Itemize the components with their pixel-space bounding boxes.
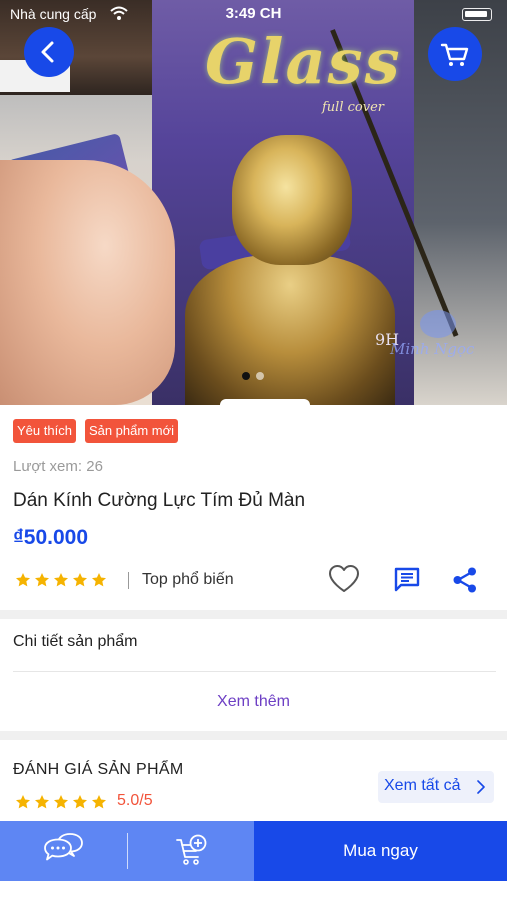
chat-icon bbox=[44, 833, 83, 861]
see-more-link[interactable]: Xem thêm bbox=[0, 693, 507, 711]
comment-icon bbox=[394, 567, 420, 592]
chevron-right-icon bbox=[477, 780, 485, 794]
cart-icon bbox=[440, 43, 469, 66]
favorite-button[interactable] bbox=[327, 563, 361, 600]
status-bar: Nhà cung cấp 3:49 CH bbox=[0, 0, 507, 28]
bottom-action-bar: Mua ngay bbox=[0, 821, 507, 881]
add-to-cart-button[interactable] bbox=[128, 821, 254, 881]
home-indicator-area bbox=[0, 881, 507, 900]
star-icon bbox=[35, 795, 49, 809]
chat-button[interactable] bbox=[0, 821, 127, 881]
product-details-title: Chi tiết sản phẩm bbox=[13, 633, 138, 650]
knight-armor-art bbox=[185, 255, 395, 405]
star-icon bbox=[16, 795, 30, 809]
reviews-title: ĐÁNH GIÁ SẢN PHẨM bbox=[13, 761, 184, 778]
back-button[interactable] bbox=[24, 27, 74, 77]
star-icon bbox=[54, 573, 68, 587]
star-icon bbox=[16, 573, 30, 587]
see-all-label: Xem tất cả bbox=[384, 777, 461, 794]
popular-label: Top phổ biến bbox=[142, 571, 234, 588]
details-divider bbox=[13, 671, 496, 672]
star-icon bbox=[73, 795, 87, 809]
rating-separator bbox=[128, 572, 129, 589]
add-to-cart-icon bbox=[176, 834, 207, 865]
star-icon bbox=[54, 795, 68, 809]
share-icon bbox=[453, 567, 476, 593]
battery-icon bbox=[462, 8, 492, 21]
view-count: Lượt xem: 26 bbox=[13, 458, 103, 475]
image-pager bbox=[0, 370, 507, 382]
share-button[interactable] bbox=[452, 566, 478, 599]
heart-icon bbox=[329, 565, 359, 592]
hero-bottom-tab bbox=[220, 399, 310, 405]
star-icon bbox=[73, 573, 87, 587]
star-icon bbox=[92, 573, 106, 587]
chevron-left-icon bbox=[41, 41, 54, 63]
badge-list: Yêu thích Sản phẩm mới bbox=[13, 419, 187, 443]
product-box-subtitle: full cover bbox=[322, 100, 384, 115]
product-price: ₫50.000 bbox=[13, 526, 89, 549]
section-divider bbox=[0, 731, 507, 740]
cart-button[interactable] bbox=[428, 27, 482, 81]
see-all-reviews-button[interactable]: Xem tất cả bbox=[378, 771, 494, 803]
buy-now-button[interactable]: Mua ngay bbox=[254, 821, 507, 881]
comment-button[interactable] bbox=[393, 566, 421, 599]
badge-new-product: Sản phẩm mới bbox=[84, 419, 179, 443]
product-title: Dán Kính Cường Lực Tím Đủ Màn bbox=[13, 490, 306, 511]
review-score: 5.0/5 bbox=[117, 792, 153, 809]
status-time: 3:49 CH bbox=[225, 5, 282, 22]
hand-thumb-art bbox=[0, 160, 175, 405]
star-icon bbox=[35, 573, 49, 587]
product-rating-stars bbox=[15, 572, 110, 588]
section-divider bbox=[0, 610, 507, 619]
knight-helmet-art bbox=[232, 135, 352, 265]
pager-dot-active[interactable] bbox=[242, 372, 250, 380]
watermark-text: Minh Ngọc bbox=[390, 340, 475, 358]
pager-dot[interactable] bbox=[256, 372, 264, 380]
product-box-brand: Glass bbox=[205, 25, 402, 98]
badge-favorite: Yêu thích bbox=[13, 419, 76, 443]
watermark-logo bbox=[420, 310, 456, 338]
review-rating-stars bbox=[15, 794, 110, 810]
star-icon bbox=[92, 795, 106, 809]
